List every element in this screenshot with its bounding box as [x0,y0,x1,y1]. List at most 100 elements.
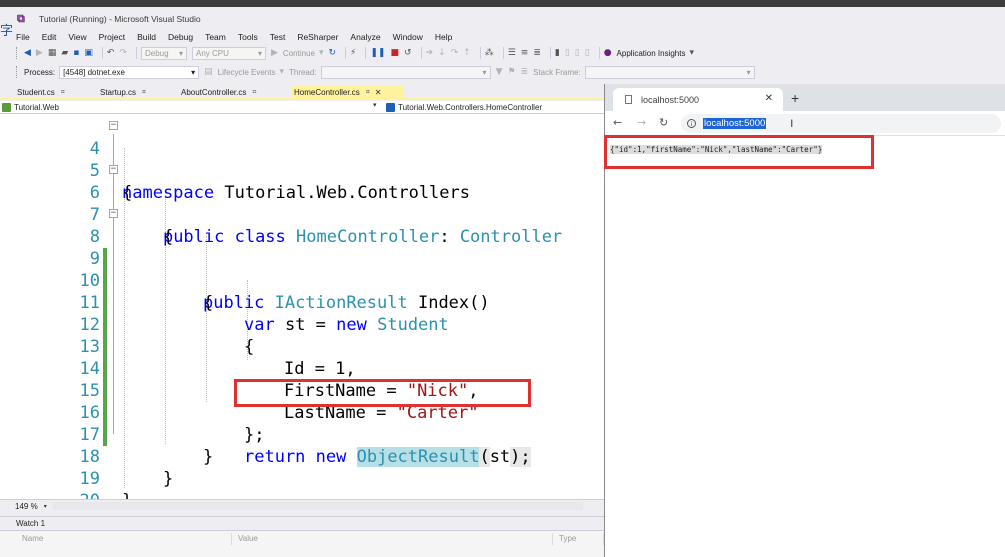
menu-file[interactable]: File [16,32,30,42]
step-into-icon[interactable]: ↓ [438,47,446,59]
filter-icon[interactable]: ▼ [496,66,503,78]
menu-resharper[interactable]: ReSharper [297,32,338,42]
watch-column-name[interactable]: Name [16,533,232,545]
forward-arrow-icon[interactable]: → [637,116,646,129]
bookmark-icon[interactable]: ▮ [555,47,560,59]
configuration-dropdown[interactable]: Debug ▾ [141,46,187,60]
redo-icon[interactable]: ↷ [119,47,127,59]
code-line: 7 { [0,182,604,247]
menu-test[interactable]: Test [270,32,286,42]
tab-startup-cs[interactable]: Startup.cs ⌗ [98,86,178,99]
menu-debug[interactable]: Debug [168,32,193,42]
code-line: 19 } [0,446,604,499]
pin-icon[interactable]: ⌗ [366,89,370,97]
application-insights-button[interactable]: Application Insights [617,49,686,58]
back-arrow-icon[interactable]: ← [613,116,622,129]
zoom-dropdown[interactable]: 149 % ▾ [15,502,47,511]
menu-window[interactable]: Window [393,32,423,42]
toolbar-grip[interactable] [16,47,19,59]
comment-icon[interactable]: ≡ [521,47,529,59]
pause-icon[interactable]: ❚❚ [370,47,385,59]
watch-column-type[interactable]: Type [553,533,604,545]
step-out-icon[interactable]: ↑ [463,47,471,59]
save-icon[interactable]: ▪ [73,47,79,59]
clear-bookmarks-icon[interactable]: ▯ [585,47,590,59]
stack-frame-dropdown[interactable]: ▾ [584,65,755,79]
menu-project[interactable]: Project [99,32,125,42]
close-icon[interactable]: ✕ [765,93,773,104]
tab-student-cs[interactable]: Student.cs ⌗ [15,86,95,99]
continue-play-icon[interactable]: ▶ [271,47,278,59]
new-tab-icon[interactable]: + [791,90,799,106]
browser-link-icon[interactable]: ⚡ [350,47,356,59]
chevron-down-icon[interactable]: ▾ [279,66,284,78]
menu-analyze[interactable]: Analyze [350,32,380,42]
tab-homecontroller-cs[interactable]: HomeController.cs ⌗ ✕ [292,86,404,99]
show-next-statement-icon[interactable]: ➔ [426,47,434,59]
lifecycle-events-dropdown[interactable]: Lifecycle Events [218,68,276,77]
code-line: 4 − namespace Tutorial.Web.Controllers [0,116,604,204]
pin-icon[interactable]: ⌗ [61,89,65,97]
step-over-icon[interactable]: ↷ [451,47,459,59]
platform-dropdown[interactable]: Any CPU ▾ [192,46,266,60]
project-dropdown[interactable]: Tutorial.Web [0,101,380,114]
menu-help[interactable]: Help [435,32,452,42]
class-dropdown[interactable]: Tutorial.Web.Controllers.HomeController [384,101,604,114]
undo-icon[interactable]: ↶ [107,47,115,59]
process-dropdown[interactable]: [4548] dotnet.exe ▾ [59,65,200,79]
chevron-down-icon[interactable]: ▾ [689,47,694,59]
horizontal-scrollbar[interactable] [52,502,583,510]
open-file-icon[interactable]: ▰ [61,47,68,59]
browser-page-content: {"id":1,"firstName":"Nick","lastName":"C… [605,136,1005,557]
close-icon[interactable]: ✕ [375,88,382,97]
code-line: 6 − public class HomeController: Control… [0,160,604,248]
code-line: 8 − public IActionResult Index() [0,204,604,314]
continue-button[interactable]: Continue [283,49,315,58]
menu-build[interactable]: Build [137,32,156,42]
forward-icon[interactable]: ▶ [36,47,43,59]
menu-team[interactable]: Team [205,32,226,42]
editor-status-bar: 149 % ▾ [0,499,604,512]
menu-tools[interactable]: Tools [238,32,258,42]
uncomment-icon[interactable]: ≣ [533,47,541,59]
new-project-icon[interactable]: ▦ [48,47,57,59]
refresh-icon[interactable]: ↻ [328,47,336,59]
align-icon[interactable]: ☰ [508,47,516,59]
menu-bar: File Edit View Project Build Debug Team … [0,30,1005,43]
browser-tab[interactable]: localhost:5000 ✕ [613,88,783,111]
collapse-icon[interactable]: − [109,121,118,130]
stop-icon[interactable]: ■ [390,47,399,59]
watch-title: Watch 1 [0,517,604,531]
next-bookmark-icon[interactable]: ▯ [575,47,580,59]
chevron-down-icon[interactable]: ▾ [319,47,324,59]
top-strip [0,0,1005,7]
previous-bookmark-icon[interactable]: ▯ [565,47,570,59]
flag-icon[interactable]: ⚑ [507,66,515,78]
menu-view[interactable]: View [68,32,86,42]
lightbulb-icon: ● [603,48,612,58]
watch-column-value[interactable]: Value [232,533,553,545]
collapse-icon[interactable]: − [109,209,118,218]
menu-edit[interactable]: Edit [42,32,57,42]
restart-icon[interactable]: ↺ [404,47,412,59]
hex-display-icon[interactable]: ⁂ [485,47,494,59]
class-icon [386,103,395,112]
toolbar-grip[interactable] [16,66,19,78]
save-all-icon[interactable]: ▣ [84,47,93,59]
info-icon[interactable]: i [687,119,696,128]
back-icon[interactable]: ◀ [24,47,31,59]
collapse-icon[interactable]: − [109,165,118,174]
pin-icon[interactable]: ⌗ [252,89,256,97]
code-line: 15 }; [0,358,604,445]
thread-dropdown[interactable]: ▾ [320,65,491,79]
pin-icon[interactable]: ⌗ [142,89,146,97]
address-url[interactable]: localhost:5000 [703,118,767,129]
visual-studio-logo-icon: ⧉ [17,12,25,25]
chevron-down-icon[interactable]: ▾ [373,101,377,109]
address-bar[interactable]: i localhost:5000 I [681,114,1001,133]
highlight-box-json-response [604,135,874,169]
code-editor[interactable]: 4 − namespace Tutorial.Web.Controllers 5… [0,114,604,499]
reload-icon[interactable]: ↻ [659,116,668,129]
tab-aboutcontroller-cs[interactable]: AboutController.cs ⌗ [179,86,289,99]
tab-label: Student.cs [17,88,55,97]
